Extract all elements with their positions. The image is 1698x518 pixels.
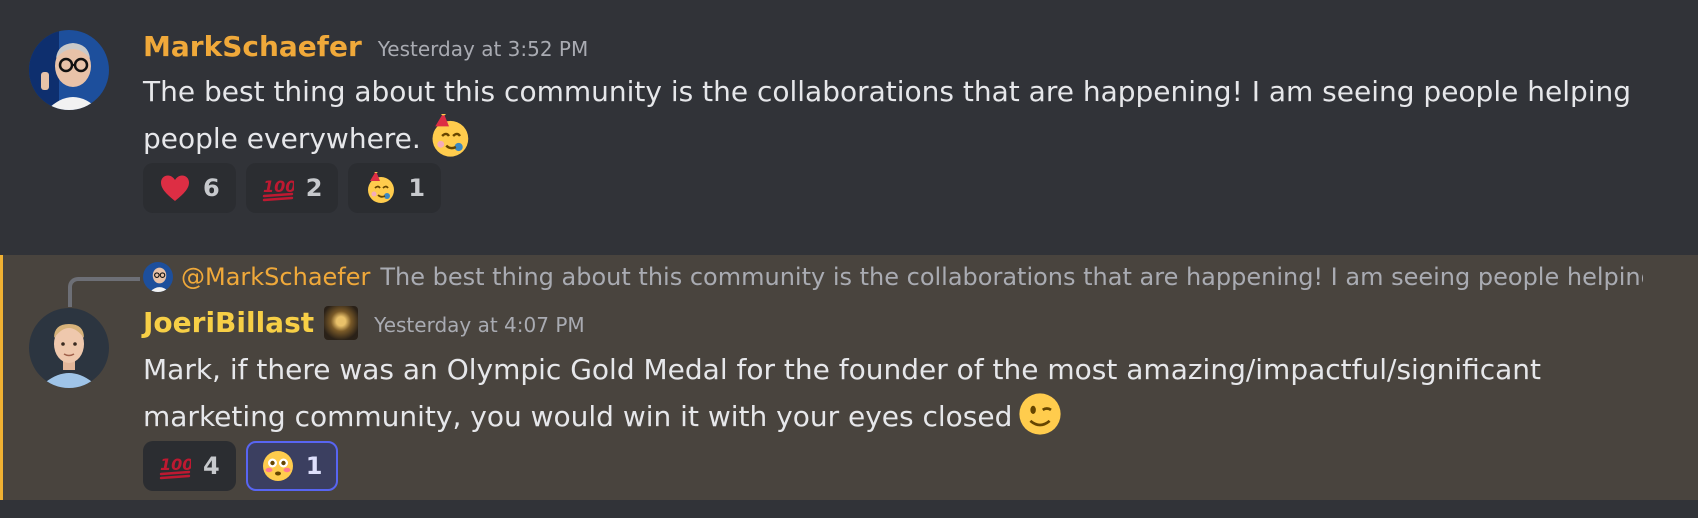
message-text: marketing community, you would win it wi… bbox=[143, 400, 1013, 433]
reaction-count: 4 bbox=[203, 452, 220, 480]
timestamp[interactable]: Yesterday at 3:52 PM bbox=[378, 37, 589, 61]
username[interactable]: MarkSchaefer bbox=[143, 30, 362, 63]
chat-background bbox=[0, 500, 1698, 518]
reply-mention[interactable]: @MarkSchaefer bbox=[181, 263, 370, 291]
reaction-bar: 4 1 bbox=[143, 441, 339, 491]
message-header: MarkSchaefer Yesterday at 3:52 PM bbox=[143, 30, 588, 63]
message-text-line-2: marketing community, you would win it wi… bbox=[143, 392, 1623, 439]
reaction-hundred-points[interactable]: 2 bbox=[245, 163, 339, 213]
winking-face-icon bbox=[1018, 392, 1062, 436]
message-joeribillast: @MarkSchaefer The best thing about this … bbox=[0, 255, 1698, 500]
reaction-count: 1 bbox=[305, 452, 323, 480]
message-text-line: The best thing about this community is t… bbox=[143, 75, 1632, 108]
reaction-hundred-points[interactable]: 4 bbox=[143, 441, 236, 491]
avatar-markschaefer[interactable] bbox=[29, 30, 109, 110]
reaction-flushed-face[interactable]: 1 bbox=[245, 441, 339, 491]
reaction-heart[interactable]: 6 bbox=[143, 163, 236, 213]
reply-excerpt: The best thing about this community is t… bbox=[380, 263, 1643, 291]
message-text: people everywhere. bbox=[143, 122, 421, 155]
reaction-count: 6 bbox=[203, 174, 220, 202]
reply-connector bbox=[68, 277, 140, 307]
mention-highlight-bar bbox=[0, 255, 3, 500]
username[interactable]: JoeriBillast bbox=[143, 306, 314, 339]
heart-icon bbox=[159, 172, 191, 204]
reply-avatar bbox=[143, 262, 173, 292]
flushed-face-icon bbox=[262, 450, 294, 482]
reaction-count: 1 bbox=[408, 174, 426, 202]
hundred-points-icon bbox=[159, 450, 191, 482]
message-content: Mark, if there was an Olympic Gold Medal… bbox=[143, 348, 1623, 439]
message-header: JoeriBillast Yesterday at 4:07 PM bbox=[143, 306, 585, 340]
message-content: The best thing about this community is t… bbox=[143, 70, 1632, 161]
role-icon[interactable] bbox=[324, 306, 359, 340]
timestamp[interactable]: Yesterday at 4:07 PM bbox=[374, 313, 585, 337]
reaction-partying-face[interactable]: 1 bbox=[348, 163, 442, 213]
message-markschaefer: MarkSchaefer Yesterday at 3:52 PM The be… bbox=[0, 0, 1698, 250]
reaction-count: 2 bbox=[305, 174, 323, 202]
hundred-points-icon bbox=[262, 172, 294, 204]
avatar-joeribillast[interactable] bbox=[29, 308, 109, 388]
partying-face-icon bbox=[364, 172, 396, 204]
reaction-bar: 6 2 1 bbox=[143, 163, 442, 213]
reply-preview[interactable]: @MarkSchaefer The best thing about this … bbox=[143, 259, 1643, 295]
partying-face-icon bbox=[427, 114, 471, 158]
message-text-line-2: people everywhere. bbox=[143, 114, 1623, 161]
message-text-line: Mark, if there was an Olympic Gold Medal… bbox=[143, 353, 1542, 386]
